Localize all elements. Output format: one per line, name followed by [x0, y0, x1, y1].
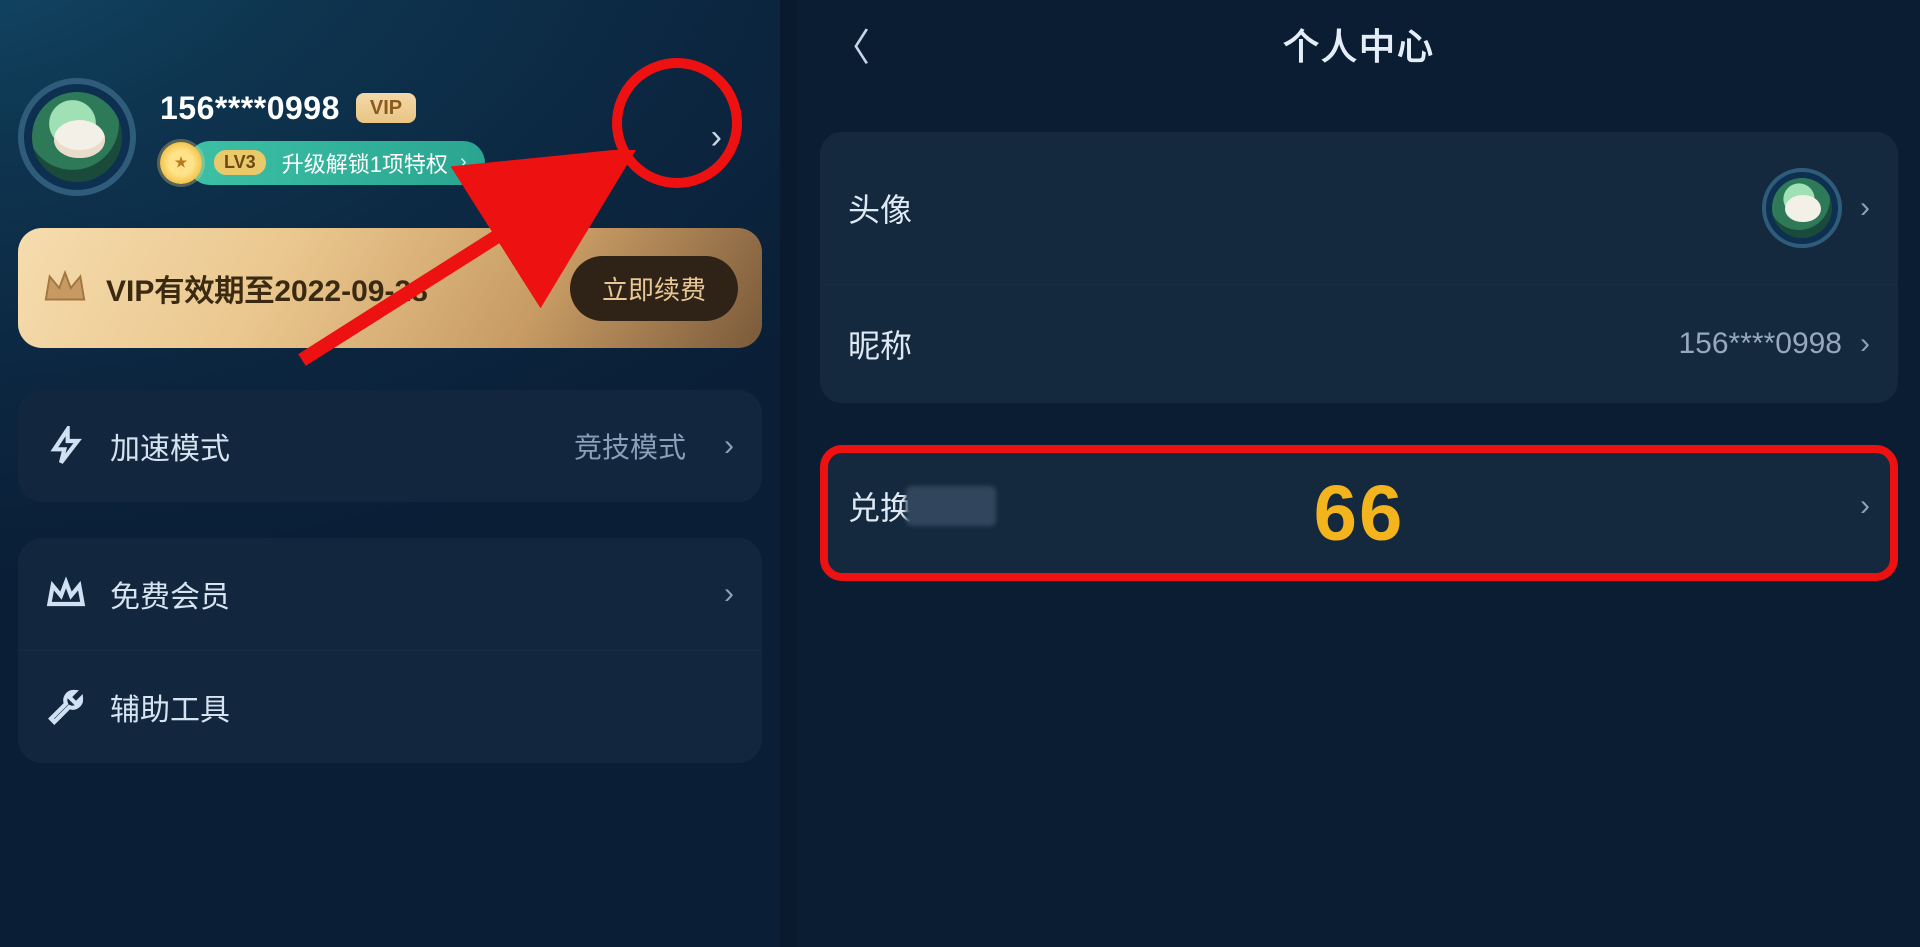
vip-badge: VIP — [356, 93, 416, 123]
chevron-right-icon: › — [1860, 327, 1870, 361]
star-icon: ★ — [160, 142, 202, 184]
renew-button[interactable]: 立即续费 — [570, 256, 738, 321]
row-label: 昵称 — [848, 321, 912, 367]
menu-group-1: 加速模式 竞技模式 › — [18, 390, 762, 502]
menu-item-accel-mode[interactable]: 加速模式 竞技模式 › — [18, 390, 762, 502]
menu-label: 辅助工具 — [110, 685, 230, 729]
bolt-icon — [46, 426, 86, 466]
menu-label: 加速模式 — [110, 424, 230, 468]
personal-center-screen: 〈 个人中心 头像 › 昵称 156****0998 › 兑换码 › 66 — [798, 0, 1920, 947]
chevron-right-icon: › — [1860, 489, 1870, 523]
menu-item-tools[interactable]: 辅助工具 — [18, 650, 762, 763]
avatar[interactable] — [18, 78, 136, 196]
menu-group-2: 免费会员 › 辅助工具 — [18, 538, 762, 763]
profile-info: 156****0998 VIP ★ LV3 升级解锁1项特权 › — [160, 90, 485, 185]
vip-badge-text: VIP — [370, 97, 402, 120]
page-title: 个人中心 — [1283, 18, 1435, 70]
level-tag: LV3 — [214, 150, 266, 175]
annotation-overlay-number: 66 — [1314, 468, 1405, 559]
row-nickname[interactable]: 昵称 156****0998 › — [820, 284, 1898, 403]
profile-detail-chevron[interactable]: › — [711, 118, 722, 157]
vip-expiry-text: VIP有效期至2022-09-28 — [106, 266, 428, 310]
chevron-right-icon: › — [1860, 191, 1870, 225]
profile-card: 头像 › 昵称 156****0998 › — [820, 132, 1898, 403]
redeem-code-card[interactable]: 兑换码 › 66 — [820, 445, 1898, 581]
avatar — [1762, 168, 1842, 248]
level-pill[interactable]: LV3 升级解锁1项特权 › — [188, 141, 485, 185]
chevron-right-icon: › — [460, 151, 467, 174]
redacted-area — [906, 486, 996, 526]
header-bar: 〈 个人中心 — [798, 0, 1920, 88]
nickname-value: 156****0998 — [1679, 327, 1843, 361]
row-label: 头像 — [848, 185, 912, 231]
menu-item-free-member[interactable]: 免费会员 › — [18, 538, 762, 650]
chevron-right-icon: › — [724, 577, 734, 611]
back-button[interactable]: 〈 — [822, 7, 880, 82]
crown-outline-icon — [46, 574, 86, 614]
chevron-right-icon: › — [724, 429, 734, 463]
vip-crown-icon — [42, 265, 88, 311]
menu-label: 免费会员 — [110, 572, 230, 616]
annotation-circle — [612, 58, 742, 188]
username-row: 156****0998 VIP — [160, 90, 485, 127]
row-avatar[interactable]: 头像 › — [820, 132, 1898, 284]
username-text: 156****0998 — [160, 90, 340, 127]
row-label: 兑换码 — [848, 483, 910, 529]
level-text: 升级解锁1项特权 — [282, 147, 448, 179]
row-label-group: 兑换码 — [848, 483, 996, 529]
level-row[interactable]: ★ LV3 升级解锁1项特权 › — [160, 141, 485, 185]
chevron-left-icon: 〈 — [832, 28, 870, 70]
wrench-icon — [46, 687, 86, 727]
profile-header: 156****0998 VIP ★ LV3 升级解锁1项特权 › › — [18, 0, 762, 196]
menu-value: 竞技模式 — [574, 426, 686, 466]
profile-screen: 156****0998 VIP ★ LV3 升级解锁1项特权 › › — [0, 0, 780, 947]
vip-expiry-bar: VIP有效期至2022-09-28 立即续费 — [18, 228, 762, 348]
